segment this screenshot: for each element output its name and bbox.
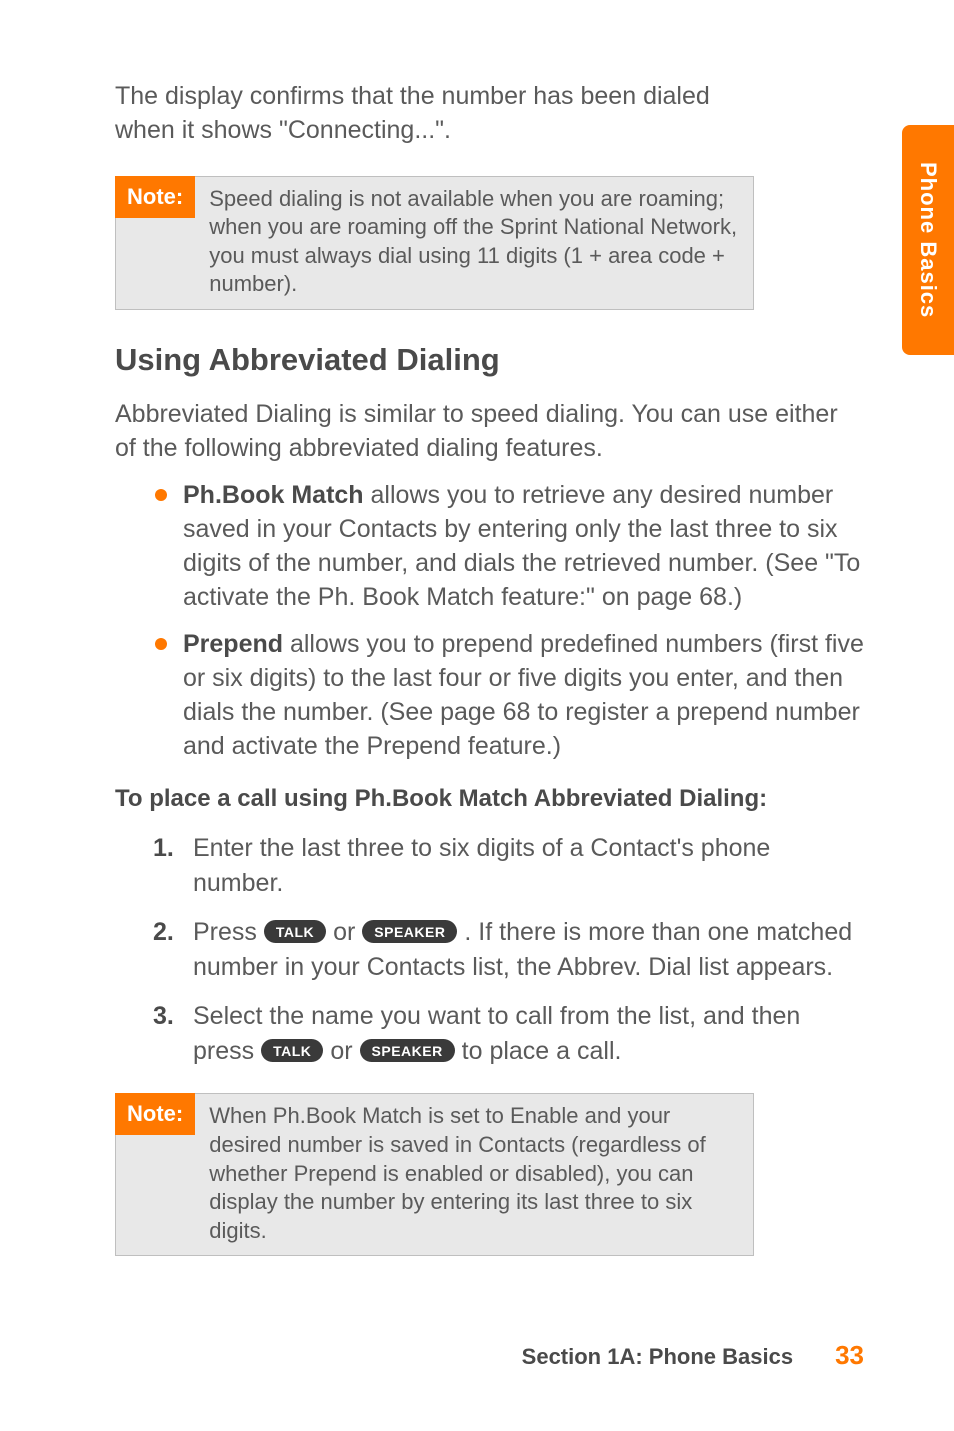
speaker-key-icon: SPEAKER bbox=[362, 920, 457, 943]
speaker-key-icon: SPEAKER bbox=[360, 1039, 455, 1062]
note-label: Note: bbox=[115, 1093, 195, 1135]
side-tab: Phone Basics bbox=[902, 125, 954, 355]
step-item: Select the name you want to call from th… bbox=[153, 999, 864, 1069]
step-text: or bbox=[323, 1037, 359, 1065]
talk-key-icon: TALK bbox=[261, 1039, 323, 1062]
body-paragraph-1: Abbreviated Dialing is similar to speed … bbox=[115, 398, 864, 466]
bullet-bold: Ph.Book Match bbox=[183, 481, 364, 509]
note-text: When Ph.Book Match is set to Enable and … bbox=[195, 1094, 753, 1255]
list-item: Prepend allows you to prepend predefined… bbox=[155, 628, 864, 763]
step-item: Enter the last three to six digits of a … bbox=[153, 831, 864, 901]
step-text: Press bbox=[193, 918, 264, 946]
steps-list: Enter the last three to six digits of a … bbox=[115, 831, 864, 1069]
side-tab-label: Phone Basics bbox=[915, 162, 941, 318]
bullet-text: allows you to prepend predefined numbers… bbox=[183, 630, 864, 759]
note-box-1: Note: Speed dialing is not available whe… bbox=[115, 176, 754, 310]
step-item: Press TALK or SPEAKER . If there is more… bbox=[153, 915, 864, 985]
step-text: to place a call. bbox=[455, 1037, 622, 1065]
sub-heading: To place a call using Ph.Book Match Abbr… bbox=[115, 785, 864, 813]
list-item: Ph.Book Match allows you to retrieve any… bbox=[155, 479, 864, 614]
page-content: The display confirms that the number has… bbox=[0, 0, 954, 1348]
page-footer: Section 1A: Phone Basics 33 bbox=[522, 1340, 864, 1371]
talk-key-icon: TALK bbox=[264, 920, 326, 943]
step-text: or bbox=[326, 918, 362, 946]
note-text: Speed dialing is not available when you … bbox=[195, 177, 753, 309]
intro-paragraph: The display confirms that the number has… bbox=[115, 80, 864, 148]
step-text: Enter the last three to six digits of a … bbox=[193, 834, 770, 897]
bullet-bold: Prepend bbox=[183, 630, 283, 658]
footer-page-number: 33 bbox=[835, 1340, 864, 1371]
section-heading: Using Abbreviated Dialing bbox=[115, 342, 864, 378]
bullet-list: Ph.Book Match allows you to retrieve any… bbox=[115, 479, 864, 763]
note-label: Note: bbox=[115, 176, 195, 218]
note-box-2: Note: When Ph.Book Match is set to Enabl… bbox=[115, 1093, 754, 1256]
footer-section-label: Section 1A: Phone Basics bbox=[522, 1344, 793, 1370]
